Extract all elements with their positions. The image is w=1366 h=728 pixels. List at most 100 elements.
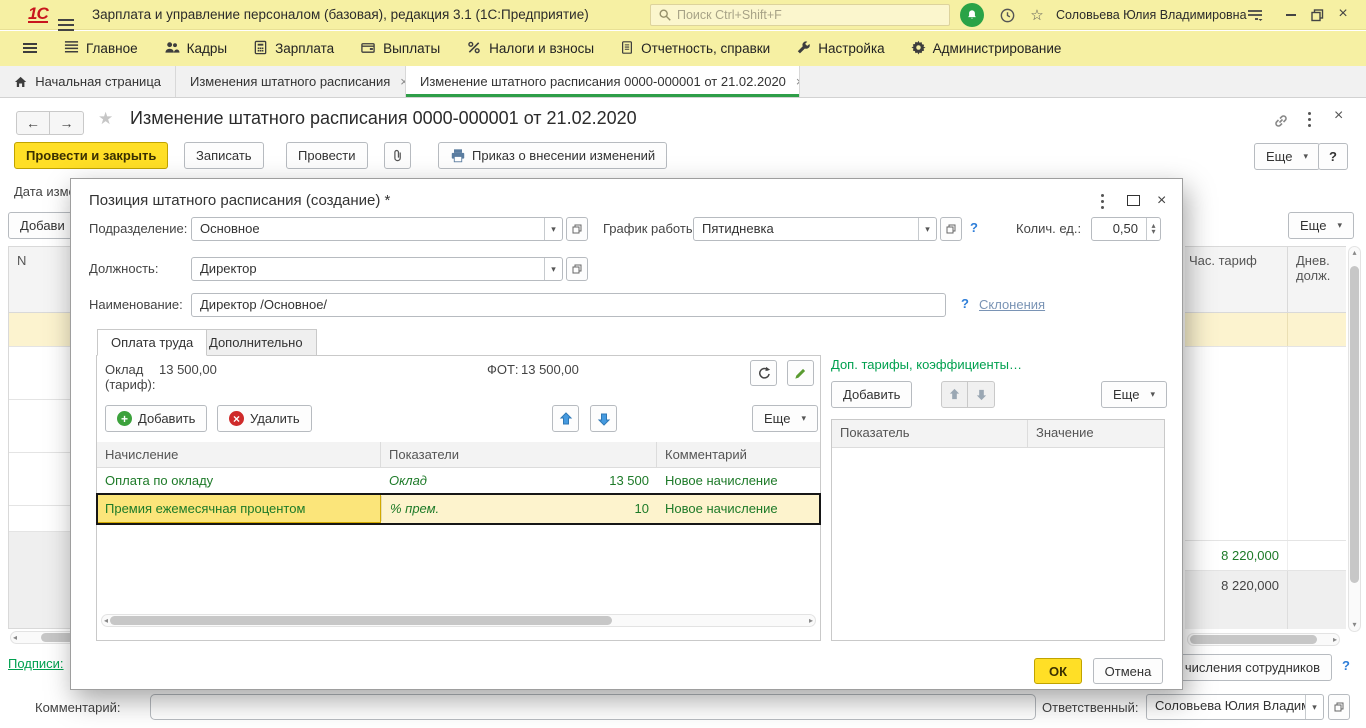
refresh-button[interactable] (750, 360, 777, 386)
move-down-button[interactable] (590, 405, 617, 432)
right-horizontal-scrollbar[interactable] (1187, 633, 1340, 646)
scroll-up-icon[interactable] (1352, 249, 1356, 257)
position-open-button[interactable] (566, 257, 588, 281)
ok-button[interactable]: ОК (1034, 658, 1082, 684)
dropdown-arrow-icon[interactable] (544, 258, 562, 280)
background-more-button[interactable]: Еще (1288, 212, 1354, 239)
main-hamburger-icon[interactable] (58, 9, 74, 24)
accruals-horizontal-scrollbar[interactable] (101, 614, 816, 627)
name-help[interactable]: ? (961, 296, 969, 311)
sections-panel-icon[interactable] (0, 31, 51, 66)
extra-tariffs-header[interactable]: Доп. тарифы, коэффициенты… (831, 357, 1022, 372)
spinner-arrows-icon[interactable] (1146, 218, 1160, 240)
menu-item-salary[interactable]: Зарплата (240, 31, 347, 66)
back-button[interactable]: ← (16, 111, 50, 135)
menu-item-administration[interactable]: Администрирование (898, 31, 1075, 66)
background-help[interactable]: ? (1342, 658, 1350, 673)
edit-pencil-button[interactable] (787, 360, 814, 386)
header-comment[interactable]: Комментарий (657, 442, 820, 467)
menu-item-payments[interactable]: Выплаты (347, 31, 453, 66)
column-header-day[interactable]: Днев. долж. (1288, 247, 1346, 313)
department-open-button[interactable] (566, 217, 588, 241)
dropdown-arrow-icon[interactable] (544, 218, 562, 240)
menu-item-reports[interactable]: Отчетность, справки (607, 31, 783, 66)
extra-move-down-button[interactable] (968, 381, 995, 408)
header-indicators[interactable]: Показатели (381, 442, 657, 467)
save-button[interactable]: Записать (184, 142, 264, 169)
dropdown-arrow-icon[interactable] (918, 218, 936, 240)
header-accrual[interactable]: Начисление (97, 442, 381, 467)
extra-table[interactable]: Показатель Значение (831, 419, 1165, 641)
menu-item-staff[interactable]: Кадры (151, 31, 240, 66)
extra-move-up-button[interactable] (941, 381, 968, 408)
value-row[interactable]: 8 220,000 (1185, 541, 1346, 571)
tab-home[interactable]: Начальная страница (0, 66, 176, 97)
quantity-stepper[interactable]: 0,50 (1091, 217, 1161, 241)
accrual-delete-button[interactable]: × Удалить (217, 405, 312, 432)
print-order-button[interactable]: Приказ о внесении изменений (438, 142, 667, 169)
dropdown-arrow-icon[interactable] (1305, 695, 1323, 719)
name-input[interactable]: Директор /Основное/ (191, 293, 946, 317)
menu-item-settings[interactable]: Настройка (783, 31, 897, 66)
favorite-star-icon[interactable] (98, 109, 113, 129)
restore-button[interactable] (1306, 5, 1328, 25)
header-indicator[interactable]: Показатель (832, 420, 1028, 447)
header-value[interactable]: Значение (1028, 420, 1164, 447)
forward-button[interactable]: → (50, 111, 84, 135)
tab-staff-change-document[interactable]: Изменение штатного расписания 0000-00000… (406, 66, 800, 97)
schedule-combo[interactable]: Пятидневка (693, 217, 937, 241)
history-button[interactable] (996, 4, 1018, 26)
cancel-button[interactable]: Отмена (1093, 658, 1163, 684)
document-close-icon[interactable] (1334, 108, 1343, 124)
menu-item-taxes[interactable]: Налоги и взносы (453, 31, 607, 66)
column-header-hour-rate[interactable]: Час. тариф (1185, 247, 1288, 313)
favorites-star-icon[interactable] (1026, 4, 1048, 26)
extra-add-button[interactable]: Добавить (831, 381, 912, 408)
extra-more-button[interactable]: Еще (1101, 381, 1167, 408)
background-table-right[interactable]: Час. тариф Днев. долж. 8 220,000 8 220,0… (1185, 246, 1346, 629)
service-menu-icon[interactable] (1244, 4, 1266, 26)
accrual-row[interactable]: Оплата по окладу Оклад 13 500 Новое начи… (97, 468, 820, 494)
accruals-more-button[interactable]: Еще (752, 405, 818, 432)
minimize-button[interactable] (1280, 5, 1302, 25)
scroll-left-icon[interactable] (104, 617, 108, 625)
scroll-right-icon[interactable] (809, 617, 813, 625)
scroll-down-icon[interactable] (1352, 621, 1356, 629)
schedule-help[interactable]: ? (970, 220, 978, 235)
more-dots-icon[interactable] (1308, 112, 1311, 127)
move-up-button[interactable] (552, 405, 579, 432)
accrual-add-button[interactable]: + Добавить (105, 405, 207, 432)
signatures-link[interactable]: Подписи: (8, 656, 64, 671)
vertical-scrollbar[interactable] (1348, 246, 1361, 632)
position-combo[interactable]: Директор (191, 257, 563, 281)
menu-item-main[interactable]: Главное (51, 31, 151, 66)
comment-input[interactable] (150, 694, 1036, 720)
scroll-right-icon[interactable] (1333, 636, 1337, 644)
document-more-button[interactable]: Еще (1254, 143, 1320, 170)
department-combo[interactable]: Основное (191, 217, 563, 241)
schedule-open-button[interactable] (940, 217, 962, 241)
global-search[interactable] (650, 4, 950, 26)
window-close-button[interactable] (1332, 4, 1354, 24)
link-icon[interactable] (1272, 112, 1290, 133)
declensions-link[interactable]: Склонения (979, 297, 1045, 312)
dialog-close-icon[interactable] (1157, 189, 1166, 210)
notifications-button[interactable] (960, 3, 984, 27)
tab-staff-changes-list[interactable]: Изменения штатного расписания (176, 66, 406, 97)
document-help-button[interactable]: ? (1318, 143, 1348, 170)
selected-row[interactable] (1185, 313, 1346, 347)
responsible-combo[interactable]: Соловьева Юлия Владим (1146, 694, 1324, 720)
tab-payroll[interactable]: Оплата труда (97, 329, 207, 356)
employee-accruals-button[interactable]: числения сотрудников (1162, 654, 1332, 681)
tab-close-icon[interactable] (796, 74, 800, 89)
attachments-button[interactable] (384, 142, 411, 169)
dialog-more-dots-icon[interactable] (1101, 194, 1104, 209)
dialog-maximize-icon[interactable] (1127, 195, 1140, 206)
search-input[interactable] (677, 8, 927, 22)
post-button[interactable]: Провести (286, 142, 368, 169)
post-and-close-button[interactable]: Провести и закрыть (14, 142, 168, 169)
tab-additional[interactable]: Дополнительно (195, 329, 317, 356)
accrual-row-selected[interactable]: Премия ежемесячная процентом % прем. 10 … (97, 494, 820, 524)
responsible-open-button[interactable] (1328, 694, 1350, 720)
scroll-left-icon[interactable] (13, 634, 17, 642)
